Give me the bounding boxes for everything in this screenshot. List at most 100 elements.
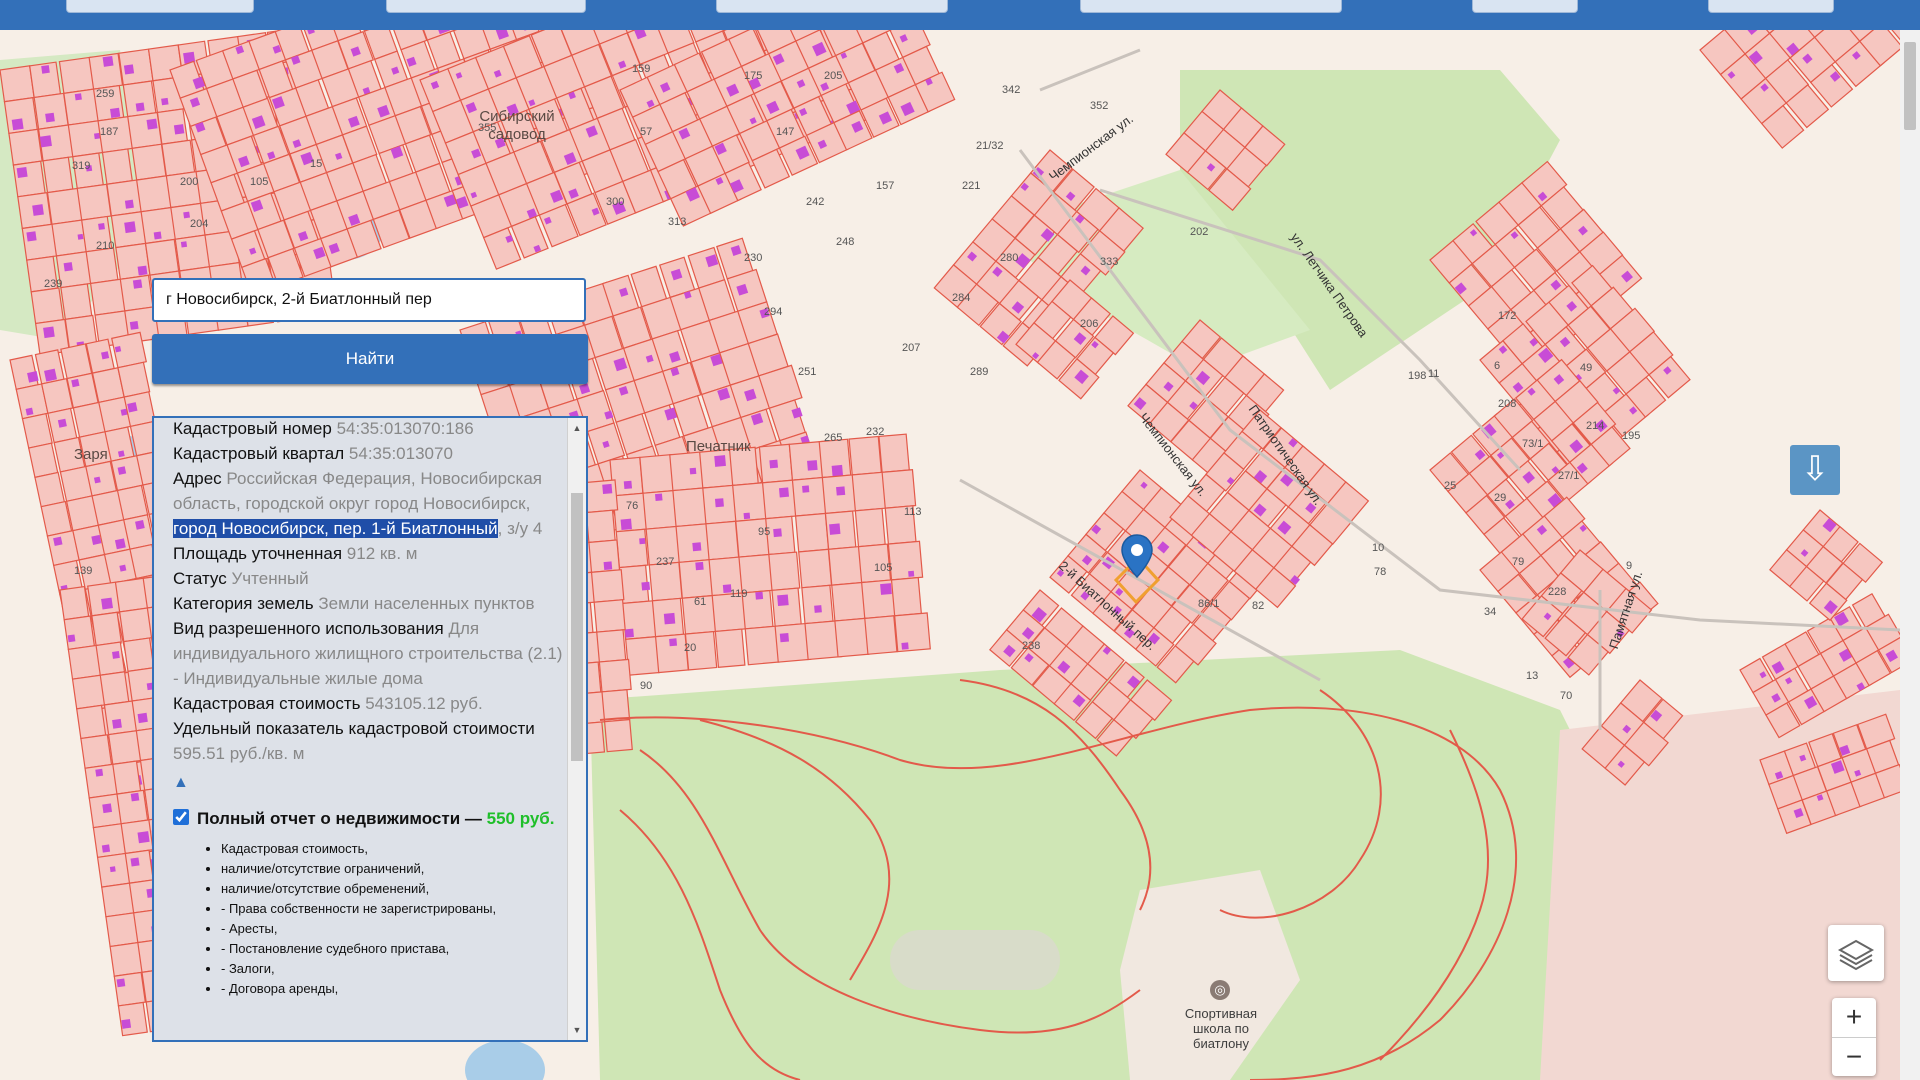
lot-number-label: 195 — [1622, 430, 1641, 442]
lot-number-label: 20 — [684, 642, 697, 654]
page-scrollbar[interactable] — [1900, 30, 1920, 1080]
full-report-option: Полный отчет о недвижимости — 550 руб. К… — [173, 806, 568, 999]
lot-number-label: 207 — [902, 342, 921, 354]
nav-button-3[interactable] — [716, 0, 948, 13]
collapse-arrow-icon[interactable]: ▲ — [173, 768, 568, 798]
address-search-input[interactable] — [152, 278, 586, 322]
lot-number-label: 157 — [876, 180, 895, 192]
lot-number-label: 76 — [626, 500, 639, 512]
zoom-in-button[interactable]: + — [1832, 998, 1876, 1038]
status-row: Статус Учтенный — [173, 566, 568, 591]
nav-button-4[interactable] — [1080, 0, 1342, 13]
lot-number-label: 333 — [1100, 256, 1119, 268]
layers-button[interactable] — [1828, 925, 1884, 981]
place-label-pechatnik: Печатник — [686, 438, 751, 455]
land-category-label: Категория земель — [173, 594, 314, 613]
cadastral-cost-label: Кадастровая стоимость — [173, 694, 361, 713]
nav-button-1[interactable] — [66, 0, 254, 13]
cadastral-cost-row: Кадастровая стоимость 543105.12 руб. — [173, 691, 568, 716]
lot-number-label: 49 — [1580, 362, 1593, 374]
lot-number-label: 139 — [74, 565, 93, 577]
lot-number-label: 187 — [100, 126, 119, 138]
lot-number-label: 73/1 — [1522, 438, 1544, 450]
lot-number-label: 86/1 — [1198, 598, 1220, 610]
status-value: Учтенный — [231, 569, 309, 588]
lot-number-label: 78 — [1374, 566, 1387, 578]
address-highlighted-text: город Новосибирск, пер. 1-й Биатлонный — [173, 519, 498, 538]
list-item: наличие/отсутствие ограничений, — [221, 859, 568, 879]
lot-number-label: 265 — [824, 432, 843, 444]
list-item: - Залоги, — [221, 959, 568, 979]
find-button[interactable]: Найти — [152, 334, 588, 384]
layers-icon — [1837, 939, 1875, 971]
sports-school-icon: ◎ — [1210, 980, 1230, 1000]
zoom-out-button[interactable]: − — [1832, 1038, 1876, 1077]
lot-number-label: 294 — [764, 306, 783, 318]
cadastral-quarter-label: Кадастровый квартал — [173, 444, 345, 463]
lot-number-label: 284 — [952, 292, 971, 304]
lot-number-label: 119 — [730, 588, 748, 600]
nav-button-6[interactable] — [1708, 0, 1834, 13]
lot-number-label: 15 — [310, 158, 323, 170]
lot-number-label: 206 — [1080, 318, 1099, 330]
lot-number-label: 6 — [1494, 360, 1501, 372]
lot-number-label: 172 — [1498, 310, 1517, 322]
nav-button-5[interactable] — [1472, 0, 1578, 13]
cadastral-number-label: Кадастровый номер — [173, 419, 332, 438]
full-report-title-text: Полный отчет о недвижимости — — [197, 809, 482, 828]
lot-number-label: 239 — [44, 278, 63, 290]
scrollbar-thumb[interactable] — [571, 493, 583, 761]
cadastral-number-row: Кадастровый номер 54:35:013070:186 — [173, 418, 568, 441]
nav-button-2[interactable] — [386, 0, 586, 13]
info-panel-scrollbar[interactable]: ▲ ▼ — [567, 418, 586, 1040]
cadastral-cost-value: 543105.12 руб. — [365, 694, 483, 713]
cadastral-quarter-row: Кадастровый квартал 54:35:013070 — [173, 441, 568, 466]
property-info-panel[interactable]: Кадастровый номер 54:35:013070:186 Кадас… — [152, 416, 588, 1042]
specific-cost-value: 595.51 руб./кв. м — [173, 744, 305, 763]
lot-number-label: 147 — [776, 126, 795, 138]
lot-number-label: 221 — [962, 180, 981, 192]
area-row: Площадь уточненная 912 кв. м — [173, 541, 568, 566]
scroll-up-arrow-icon[interactable]: ▲ — [568, 420, 586, 436]
lake-south — [465, 1040, 545, 1080]
lot-number-label: 29 — [1494, 492, 1507, 504]
lot-number-label: 105 — [250, 176, 269, 188]
lot-number-label: 25 — [1444, 480, 1457, 492]
lot-number-label: 10 — [1372, 542, 1385, 554]
area-value: 912 кв. м — [346, 544, 418, 563]
list-item: - Аресты, — [221, 919, 568, 939]
top-nav-bar — [0, 0, 1920, 30]
report-contents-list: Кадастровая стоимость, наличие/отсутстви… — [205, 839, 568, 999]
permitted-use-label: Вид разрешенного использования — [173, 619, 444, 638]
specific-cost-label: Удельный показатель кадастровой стоимост… — [173, 719, 535, 738]
lot-number-label: 27/1 — [1558, 470, 1580, 482]
list-item: - Постановление судебного пристава, — [221, 939, 568, 959]
lot-number-label: 21/32 — [976, 140, 1004, 152]
lot-number-label: 319 — [72, 160, 91, 172]
full-report-price: 550 руб. — [486, 809, 555, 828]
full-report-title[interactable]: Полный отчет о недвижимости — 550 руб. — [197, 806, 568, 831]
lot-number-label: 300 — [606, 196, 625, 208]
lot-number-label: 202 — [1190, 226, 1209, 238]
lot-number-label: 248 — [836, 236, 855, 248]
lot-number-label: 208 — [1498, 398, 1517, 410]
full-report-checkbox[interactable] — [173, 809, 189, 825]
zoom-control: + − — [1832, 998, 1876, 1076]
list-item: - Договора аренды, — [221, 979, 568, 999]
lot-number-label: 57 — [640, 126, 653, 138]
lot-number-label: 95 — [758, 526, 771, 538]
list-item: Кадастровая стоимость, — [221, 839, 568, 859]
page-scrollbar-thumb[interactable] — [1904, 42, 1916, 130]
list-item: - Права собственности не зарегистрирован… — [221, 899, 568, 919]
lot-number-label: 228 — [1548, 586, 1567, 598]
lot-number-label: 200 — [180, 176, 199, 188]
lot-number-label: 159 — [632, 63, 651, 75]
lot-number-label: 355 — [478, 122, 497, 134]
scroll-down-arrow-icon[interactable]: ▼ — [568, 1022, 586, 1038]
lot-number-label: 214 — [1586, 420, 1605, 432]
lot-number-label: 70 — [1560, 690, 1573, 702]
lot-number-label: 232 — [866, 426, 885, 438]
lot-number-label: 198 — [1408, 370, 1427, 382]
lot-number-label: 237 — [656, 556, 675, 568]
scroll-down-button[interactable]: ⇩ — [1790, 445, 1840, 495]
